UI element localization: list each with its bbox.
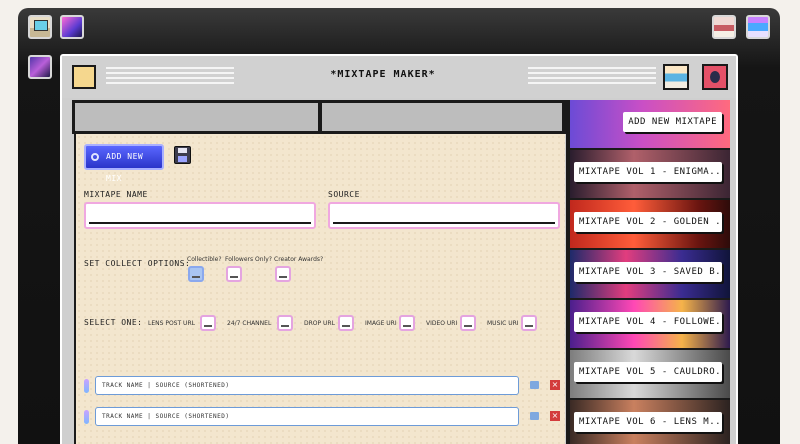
- sidebar-item-mixtape-vol-2[interactable]: MIXTAPE VOL 2 - GOLDEN ...: [570, 200, 730, 248]
- cassette-icon[interactable]: [712, 15, 736, 39]
- lens-post-url-label: LENS POST URL: [148, 320, 195, 327]
- mixtape-name-field[interactable]: [84, 202, 316, 229]
- source-input[interactable]: [330, 205, 558, 229]
- lens-post-url-checkbox[interactable]: [200, 315, 216, 331]
- image-icon[interactable]: [530, 412, 539, 420]
- image-uri-checkbox[interactable]: [399, 315, 415, 331]
- tab-2[interactable]: [322, 103, 562, 131]
- sidebar-item-label: MIXTAPE VOL 4 - FOLLOWE...: [574, 312, 722, 332]
- add-new-mix-label: ADD NEW MIX: [106, 152, 144, 183]
- window-menu-box[interactable]: [72, 65, 96, 89]
- image-icon[interactable]: [530, 381, 539, 389]
- followers-only-label: Followers Only?: [225, 256, 272, 263]
- sidebar-item-mixtape-vol-1[interactable]: MIXTAPE VOL 1 - ENIGMA...: [570, 150, 730, 198]
- mixtape-sidebar: ADD NEW MIXTAPE MIXTAPE VOL 1 - ENIGMA..…: [566, 100, 730, 444]
- delete-icon[interactable]: ×: [550, 411, 560, 421]
- sidebar-item-label: MIXTAPE VOL 3 - SAVED B...: [574, 262, 722, 282]
- drop-url-label: DROP URL: [304, 320, 335, 327]
- source-label: SOURCE: [328, 190, 360, 199]
- gear-icon: [91, 153, 99, 161]
- add-new-mix-button[interactable]: ADD NEW MIX: [84, 144, 164, 183]
- music-uri-checkbox[interactable]: [521, 315, 537, 331]
- drop-url-checkbox[interactable]: [338, 315, 354, 331]
- mixtape-maker-window: *MIXTAPE MAKER* ADD NEW MIX MIXTAPE NAME…: [60, 54, 738, 444]
- track-input[interactable]: TRACK NAME | SOURCE (SHORTENED): [95, 376, 519, 395]
- mixtape-name-input[interactable]: [86, 205, 314, 229]
- creator-awards-checkbox[interactable]: [275, 266, 291, 282]
- source-field[interactable]: [328, 202, 560, 229]
- pink-art-icon[interactable]: [60, 15, 84, 39]
- track-input[interactable]: TRACK NAME | SOURCE (SHORTENED): [95, 407, 519, 426]
- sidebar-item-label: MIXTAPE VOL 6 - LENS M...: [574, 412, 722, 432]
- delete-icon[interactable]: ×: [550, 380, 560, 390]
- minimize-button[interactable]: [663, 64, 689, 90]
- computer-icon[interactable]: [28, 15, 52, 39]
- followers-only-checkbox[interactable]: [226, 266, 242, 282]
- sidebar-item-label: ADD NEW MIXTAPE: [623, 112, 722, 132]
- sidebar-item-label: MIXTAPE VOL 5 - CAULDRO...: [574, 362, 722, 382]
- tab-1[interactable]: [75, 103, 318, 131]
- sidebar-item-label: MIXTAPE VOL 2 - GOLDEN ...: [574, 212, 722, 232]
- video-uri-label: VIDEO URI: [426, 320, 458, 327]
- title-bar-stripes-right: [528, 67, 656, 87]
- close-button[interactable]: [702, 64, 728, 90]
- track-row: TRACK NAME | SOURCE (SHORTENED) ×: [84, 376, 560, 396]
- mixtape-form: ADD NEW MIX MIXTAPE NAME SOURCE SET COLL…: [74, 134, 565, 444]
- channel-checkbox[interactable]: [277, 315, 293, 331]
- sidebar-item-mixtape-vol-5[interactable]: MIXTAPE VOL 5 - CAULDRO...: [570, 350, 730, 398]
- sidebar-item-label: MIXTAPE VOL 1 - ENIGMA...: [574, 162, 722, 182]
- music-uri-label: MUSIC URI: [487, 320, 519, 327]
- drag-handle-icon[interactable]: [84, 410, 89, 424]
- channel-label: 24/7 CHANNEL: [227, 320, 272, 327]
- sidebar-item-mixtape-vol-6[interactable]: MIXTAPE VOL 6 - LENS M...: [570, 400, 730, 444]
- media-player-icon[interactable]: [746, 15, 770, 39]
- sidebar-item-add-new-mixtape[interactable]: ADD NEW MIXTAPE: [570, 100, 730, 148]
- video-uri-checkbox[interactable]: [460, 315, 476, 331]
- sidebar-item-mixtape-vol-3[interactable]: MIXTAPE VOL 3 - SAVED B...: [570, 250, 730, 298]
- collectible-checkbox[interactable]: [188, 266, 204, 282]
- title-bar-stripes-left: [106, 67, 234, 87]
- title-bar[interactable]: *MIXTAPE MAKER*: [62, 56, 736, 98]
- creator-awards-label: Creator Awards?: [274, 256, 324, 263]
- save-icon[interactable]: [174, 146, 191, 164]
- collect-options-label: SET COLLECT OPTIONS:: [84, 259, 191, 268]
- sidebar-item-mixtape-vol-4[interactable]: MIXTAPE VOL 4 - FOLLOWE...: [570, 300, 730, 348]
- select-one-label: SELECT ONE:: [84, 318, 143, 327]
- drag-handle-icon[interactable]: [84, 379, 89, 393]
- image-uri-label: IMAGE URI: [365, 320, 397, 327]
- tab-bar: [72, 100, 567, 134]
- collectible-label: Collectible?: [187, 256, 222, 263]
- mixtape-name-label: MIXTAPE NAME: [84, 190, 148, 199]
- window-title: *MIXTAPE MAKER*: [330, 69, 436, 80]
- space-art-icon[interactable]: [28, 55, 52, 79]
- track-row: TRACK NAME | SOURCE (SHORTENED) ×: [84, 407, 560, 427]
